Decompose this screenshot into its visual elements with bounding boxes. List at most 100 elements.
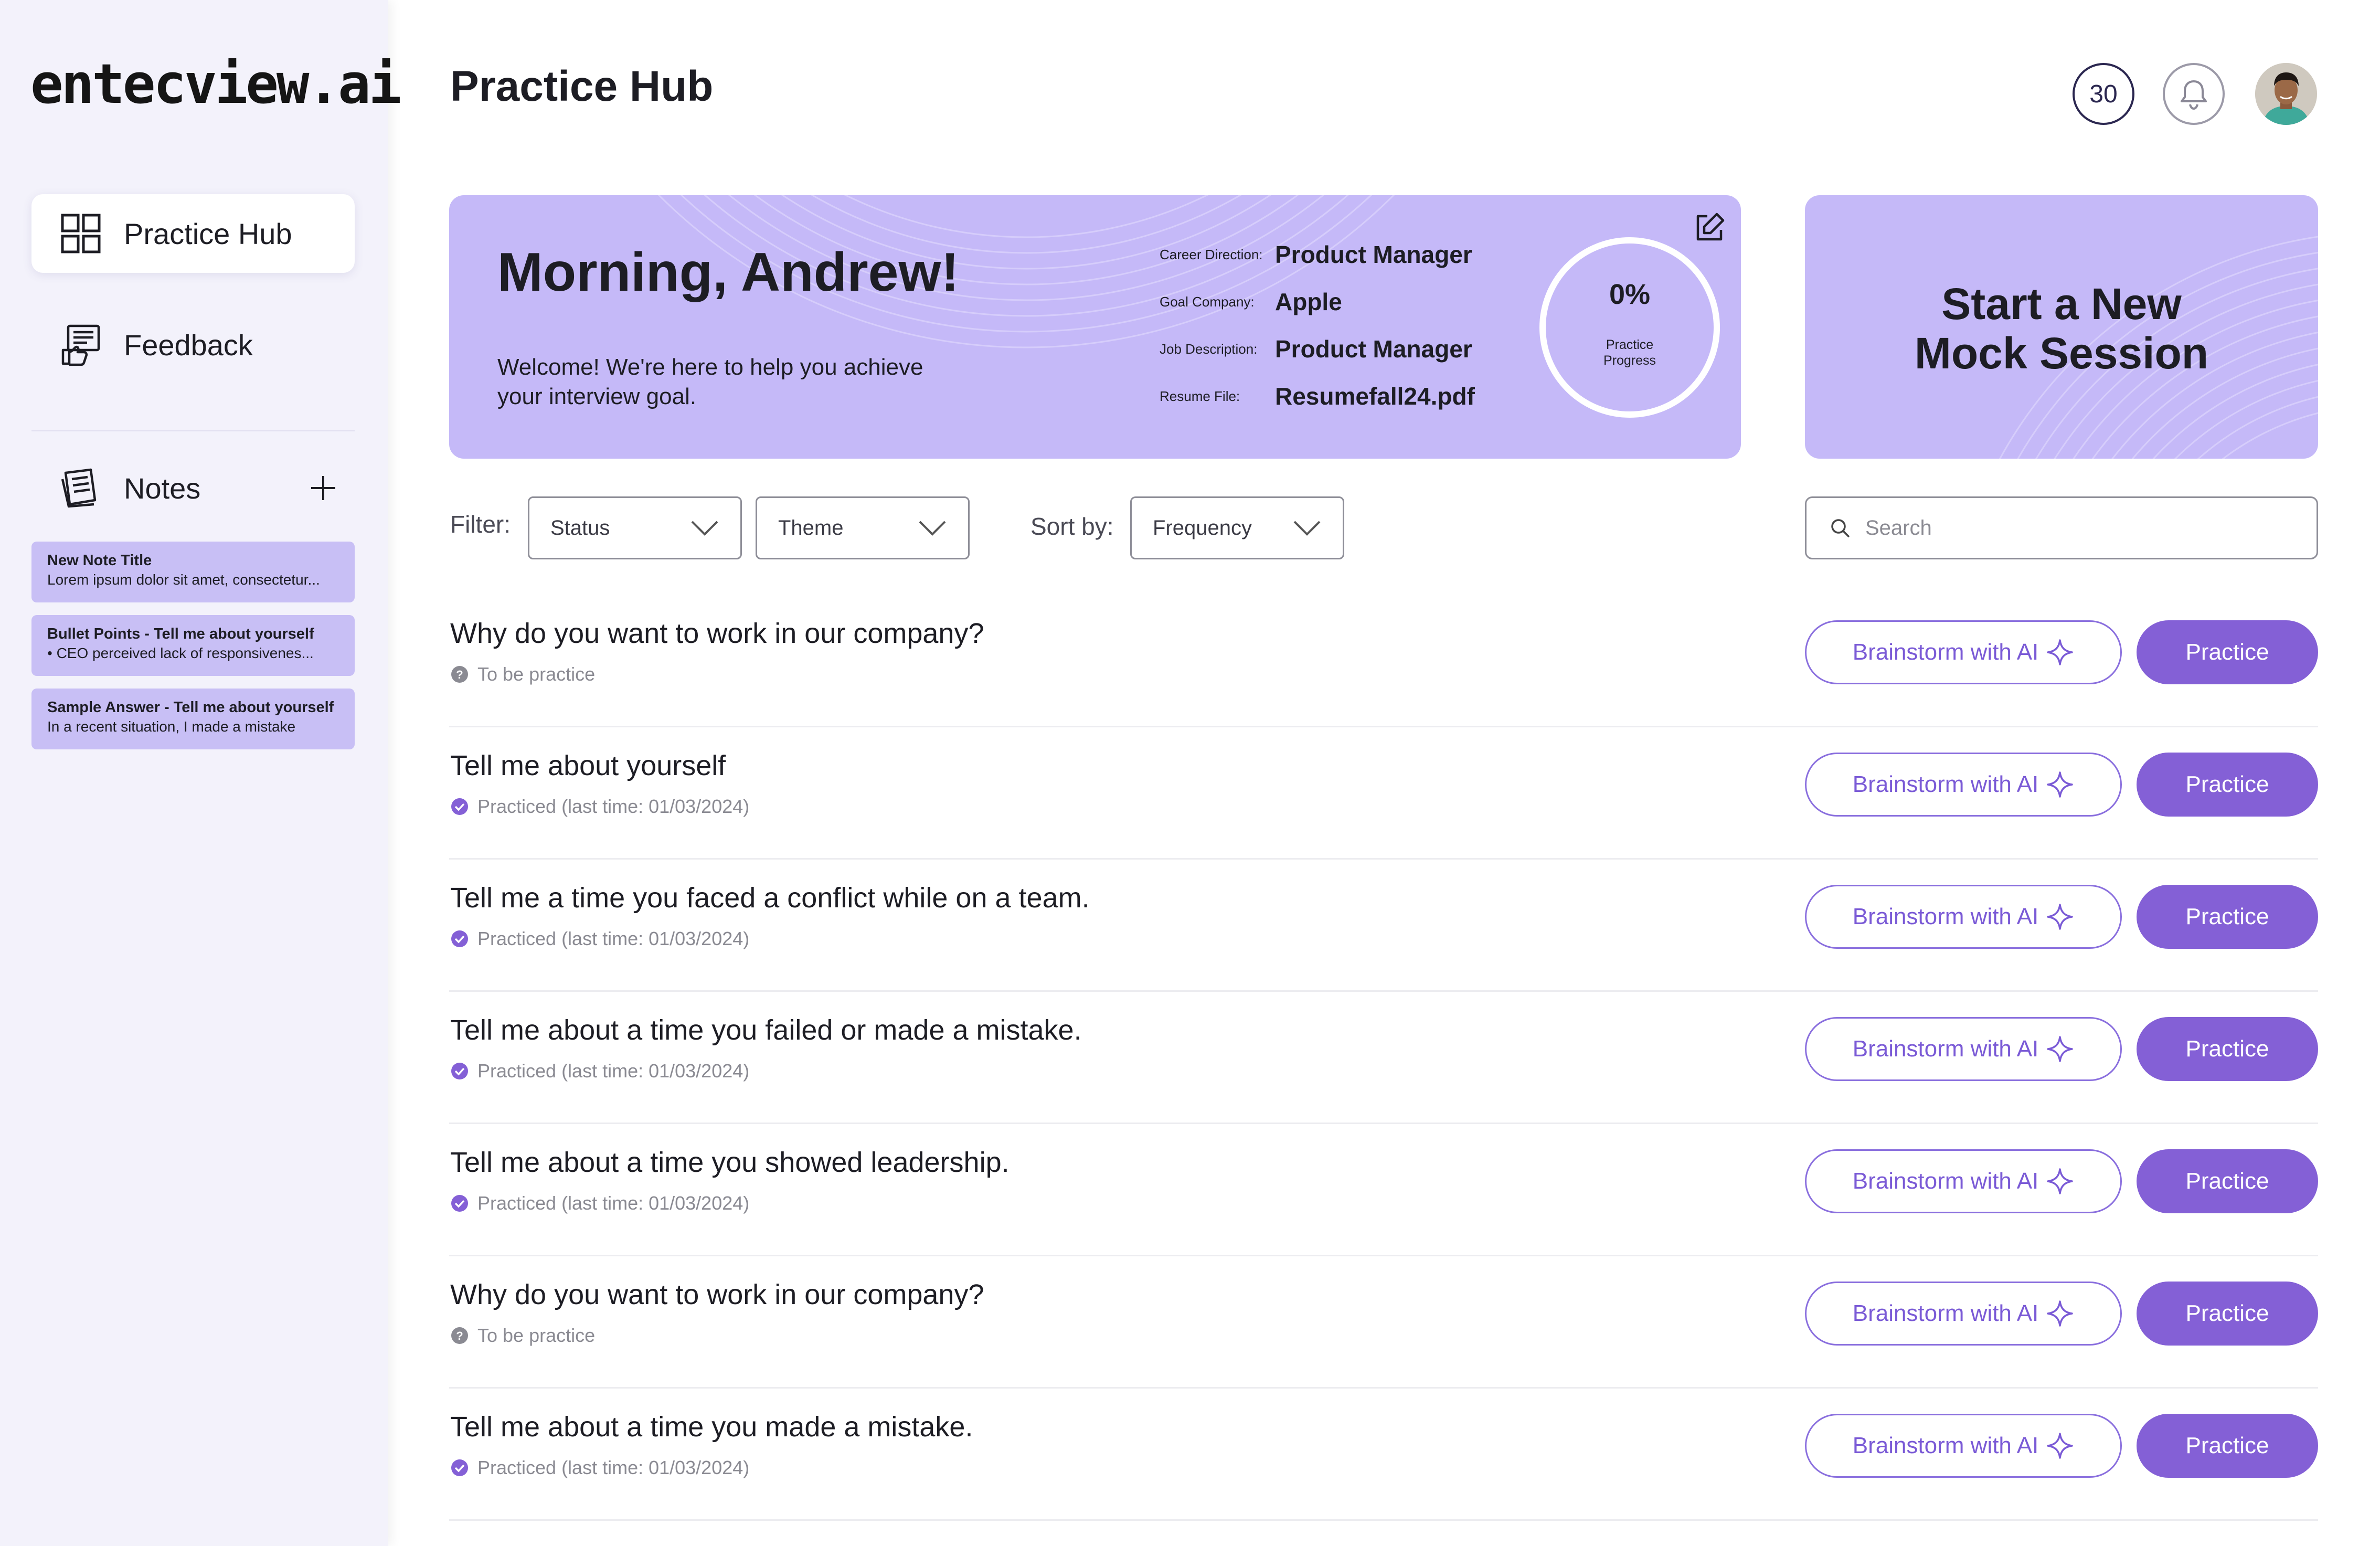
nav-practice-hub[interactable]: Practice Hub bbox=[31, 194, 355, 273]
user-avatar[interactable] bbox=[2255, 63, 2317, 125]
sort-dropdown[interactable]: Frequency bbox=[1130, 496, 1344, 559]
question-title[interactable]: Tell me about a time you showed leadersh… bbox=[450, 1146, 1010, 1179]
start-mock-session-card[interactable]: Start a New Mock Session bbox=[1805, 195, 2318, 459]
brainstorm-label: Brainstorm with AI bbox=[1852, 904, 2039, 929]
practice-button[interactable]: Practice bbox=[2137, 620, 2318, 684]
nav-feedback[interactable]: Feedback bbox=[31, 305, 355, 384]
question-status: Practiced (last time: 01/03/2024) bbox=[450, 928, 749, 950]
practice-button[interactable]: Practice bbox=[2137, 1282, 2318, 1346]
theme-dropdown[interactable]: Theme bbox=[756, 496, 970, 559]
note-title: Bullet Points - Tell me about yourself bbox=[47, 626, 314, 642]
info-goal-company: Goal Company: Apple bbox=[1160, 283, 1342, 320]
brainstorm-label: Brainstorm with AI bbox=[1852, 1168, 2039, 1194]
search-input[interactable] bbox=[1864, 515, 2286, 541]
practice-button[interactable]: Practice bbox=[2137, 885, 2318, 949]
question-status-text: To be practice bbox=[477, 1325, 596, 1346]
question-title[interactable]: Why do you want to work in our company? bbox=[450, 617, 984, 650]
note-card[interactable]: Bullet Points - Tell me about yourself •… bbox=[31, 615, 355, 676]
info-career-direction: Career Direction: Product Manager bbox=[1160, 236, 1472, 273]
brainstorm-with-ai-button[interactable]: Brainstorm with AI bbox=[1805, 1017, 2122, 1081]
sparkle-icon bbox=[2046, 770, 2074, 799]
filter-label: Filter: bbox=[450, 511, 511, 538]
brainstorm-with-ai-button[interactable]: Brainstorm with AI bbox=[1805, 1149, 2122, 1213]
note-title: Sample Answer - Tell me about yourself bbox=[47, 699, 334, 716]
brainstorm-with-ai-button[interactable]: Brainstorm with AI bbox=[1805, 620, 2122, 684]
status-dropdown-value: Status bbox=[550, 516, 610, 539]
note-preview: • CEO perceived lack of responsivenes... bbox=[47, 645, 314, 661]
question-row: Why do you want to work in our company? … bbox=[449, 595, 2318, 727]
edit-icon[interactable] bbox=[1693, 211, 1726, 245]
note-card[interactable]: New Note Title Lorem ipsum dolor sit ame… bbox=[31, 542, 355, 602]
welcome-card: Morning, Andrew! Welcome! We're here to … bbox=[449, 195, 1741, 459]
question-status-text: Practiced (last time: 01/03/2024) bbox=[477, 796, 750, 817]
practice-button[interactable]: Practice bbox=[2137, 753, 2318, 817]
progress-label-text: Practice Progress bbox=[1603, 337, 1656, 368]
practice-button[interactable]: Practice bbox=[2137, 1149, 2318, 1213]
info-label: Career Direction: bbox=[1160, 246, 1263, 262]
info-value: Product Manager bbox=[1275, 335, 1472, 363]
info-value[interactable]: Resumefall24.pdf bbox=[1275, 382, 1475, 410]
welcome-message: Welcome! We're here to help you achieve … bbox=[497, 354, 923, 409]
brainstorm-with-ai-button[interactable]: Brainstorm with AI bbox=[1805, 753, 2122, 817]
question-status: Practiced (last time: 01/03/2024) bbox=[450, 796, 749, 818]
add-note-icon[interactable] bbox=[302, 467, 344, 509]
brainstorm-with-ai-button[interactable]: Brainstorm with AI bbox=[1805, 885, 2122, 949]
info-label: Goal Company: bbox=[1160, 293, 1255, 310]
question-row: Tell me about a time you failed or made … bbox=[449, 992, 2318, 1124]
brainstorm-with-ai-button[interactable]: Brainstorm with AI bbox=[1805, 1414, 2122, 1478]
mock-session-label: Start a New Mock Session bbox=[1805, 279, 2318, 378]
question-status-text: Practiced (last time: 01/03/2024) bbox=[477, 1060, 750, 1082]
notes-header: Notes bbox=[31, 457, 355, 520]
info-job-description: Job Description: Product Manager bbox=[1160, 331, 1472, 367]
question-row: Why do you want to work in our company? … bbox=[449, 1256, 2318, 1389]
question-status: Practiced (last time: 01/03/2024) bbox=[450, 1192, 749, 1214]
app-logo[interactable]: entecview.ai bbox=[30, 52, 401, 115]
credits-badge[interactable]: 30 bbox=[2073, 63, 2134, 125]
sparkle-icon bbox=[2046, 1035, 2074, 1063]
note-card[interactable]: Sample Answer - Tell me about yourself I… bbox=[31, 689, 355, 749]
sidebar: entecview.ai Practice Hub Feedback Notes… bbox=[0, 0, 401, 1546]
status-dropdown[interactable]: Status bbox=[528, 496, 742, 559]
question-title[interactable]: Why do you want to work in our company? bbox=[450, 1278, 984, 1311]
note-title: New Note Title bbox=[47, 552, 152, 569]
note-preview: In a recent situation, I made a mistake bbox=[47, 718, 296, 735]
svg-text:?: ? bbox=[456, 1329, 463, 1342]
question-title[interactable]: Tell me about a time you made a mistake. bbox=[450, 1411, 973, 1443]
info-resume-file: Resume File: Resumefall24.pdf bbox=[1160, 378, 1475, 415]
question-row: Tell me about yourself Practiced (last t… bbox=[449, 727, 2318, 860]
brainstorm-label: Brainstorm with AI bbox=[1852, 639, 2039, 665]
svg-text:?: ? bbox=[456, 668, 463, 681]
practice-button[interactable]: Practice bbox=[2137, 1017, 2318, 1081]
notes-icon bbox=[60, 467, 102, 509]
question-title[interactable]: Tell me about a time you failed or made … bbox=[450, 1014, 1082, 1046]
grid-icon bbox=[60, 213, 102, 255]
sparkle-icon bbox=[2046, 903, 2074, 931]
info-value: Apple bbox=[1275, 288, 1342, 315]
question-status-text: Practiced (last time: 01/03/2024) bbox=[477, 1192, 750, 1214]
info-value: Product Manager bbox=[1275, 241, 1472, 268]
chevron-down-icon bbox=[1293, 521, 1321, 536]
notification-bell-icon[interactable] bbox=[2163, 63, 2225, 125]
question-title[interactable]: Tell me a time you faced a conflict whil… bbox=[450, 882, 1090, 914]
page-title: Practice Hub bbox=[450, 62, 714, 110]
question-title[interactable]: Tell me about yourself bbox=[450, 749, 726, 782]
note-preview: Lorem ipsum dolor sit amet, consectetur.… bbox=[47, 571, 320, 588]
brainstorm-with-ai-button[interactable]: Brainstorm with AI bbox=[1805, 1282, 2122, 1346]
practice-button[interactable]: Practice bbox=[2137, 1414, 2318, 1478]
question-row: Tell me a time you faced a conflict whil… bbox=[449, 860, 2318, 992]
question-status: ? To be practice bbox=[450, 1325, 595, 1347]
brainstorm-label: Brainstorm with AI bbox=[1852, 1433, 2039, 1458]
check-circle-icon bbox=[450, 1458, 469, 1477]
search-icon bbox=[1831, 519, 1850, 538]
progress-label: Practice Progress bbox=[1535, 337, 1724, 368]
notes-divider bbox=[31, 430, 355, 431]
search-box bbox=[1805, 496, 2318, 559]
question-status: Practiced (last time: 01/03/2024) bbox=[450, 1060, 749, 1082]
question-status: ? To be practice bbox=[450, 663, 595, 685]
check-circle-icon bbox=[450, 929, 469, 948]
mock-session-line1: Start a New bbox=[1941, 279, 2182, 329]
question-status: Practiced (last time: 01/03/2024) bbox=[450, 1457, 749, 1479]
progress-value: 0% bbox=[1609, 279, 1651, 310]
notes-label[interactable]: Notes bbox=[124, 471, 302, 505]
sort-dropdown-value: Frequency bbox=[1153, 516, 1252, 539]
